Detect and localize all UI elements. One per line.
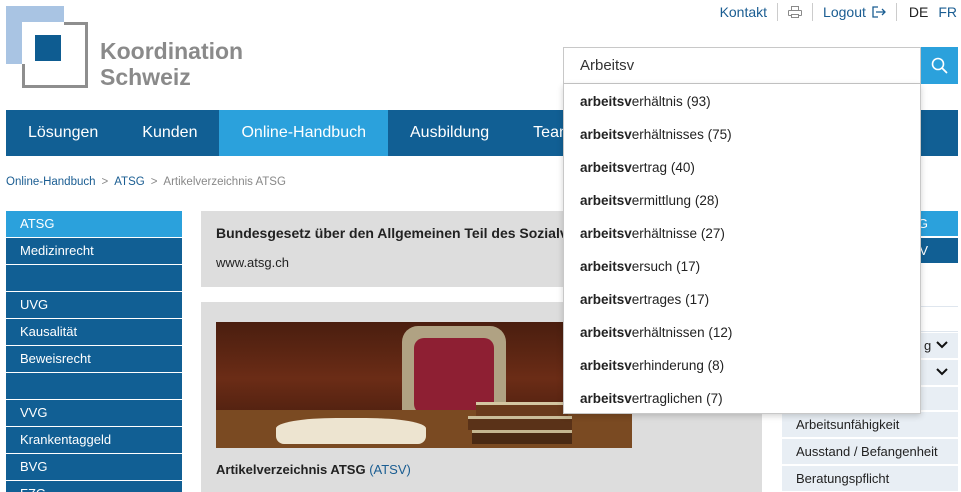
nav-loesungen[interactable]: Lösungen: [6, 110, 120, 156]
suggestion-count: (12): [708, 325, 733, 340]
logout-label: Logout: [823, 4, 866, 20]
sidebar-item-empty[interactable]: [6, 265, 182, 291]
suggestion-rest: erhältnis: [631, 94, 683, 109]
suggestion-match: arbeitsv: [580, 94, 632, 109]
suggestion-rest: erhinderung: [631, 358, 704, 373]
sidebar-item-empty[interactable]: [6, 373, 182, 399]
suggestion-rest: erhältnissen: [631, 325, 705, 340]
suggestion-item[interactable]: arbeitsverhältnisse (27): [564, 217, 920, 250]
right-item-beratungspflicht[interactable]: Beratungspflicht: [782, 466, 958, 492]
suggestion-match: arbeitsv: [580, 325, 632, 340]
breadcrumb-separator: >: [150, 176, 158, 188]
caption-title: Artikelverzeichnis ATSG: [216, 462, 366, 477]
sidebar-item-bvg[interactable]: BVG: [6, 454, 182, 480]
suggestion-count: (27): [700, 226, 725, 241]
left-sidebar: ATSG Medizinrecht UVG Kausalität Beweisr…: [6, 211, 182, 492]
suggestion-item[interactable]: arbeitsversuch (17): [564, 250, 920, 283]
chevron-down-icon: [936, 341, 948, 349]
lang-de[interactable]: DE: [897, 3, 933, 21]
suggestion-count: (75): [707, 127, 732, 142]
suggestion-count: (8): [707, 358, 725, 373]
breadcrumb: Online-Handbuch > ATSG > Artikelverzeich…: [6, 176, 286, 188]
right-item-label: g: [924, 338, 932, 353]
chevron-down-icon: [936, 368, 948, 376]
suggestion-match: arbeitsv: [580, 127, 632, 142]
book-stack: [468, 402, 578, 446]
law-url[interactable]: www.atsg.ch: [216, 255, 563, 270]
breadcrumb-atsg[interactable]: ATSG: [114, 176, 144, 188]
law-info-box: Bundesgesetz über den Allgemeinen Teil d…: [201, 211, 563, 287]
breadcrumb-online-handbuch[interactable]: Online-Handbuch: [6, 176, 96, 188]
logo-mark[interactable]: [6, 6, 88, 88]
suggestion-item[interactable]: arbeitsvermittlung (28): [564, 184, 920, 217]
suggestion-rest: erhältnisses: [631, 127, 704, 142]
search-button[interactable]: [921, 47, 958, 84]
sidebar-item-medizinrecht[interactable]: Medizinrecht: [6, 238, 182, 264]
suggestion-rest: erhältnisse: [631, 226, 698, 241]
suggestion-count: (17): [685, 292, 710, 307]
suggestion-count: (17): [676, 259, 701, 274]
printer-icon: [788, 6, 803, 18]
brand-name[interactable]: Koordination Schweiz: [100, 38, 243, 90]
suggestion-count: (7): [706, 391, 723, 406]
suggestion-item[interactable]: arbeitsverhältnis (93): [564, 85, 920, 118]
lang-fr[interactable]: FR: [933, 3, 961, 21]
suggestion-match: arbeitsv: [580, 226, 632, 241]
sidebar-item-fzg[interactable]: FZG: [6, 481, 182, 492]
suggestion-item[interactable]: arbeitsverhältnissen (12): [564, 316, 920, 349]
suggestion-match: arbeitsv: [580, 259, 632, 274]
logout-link[interactable]: Logout: [813, 3, 896, 21]
brand-line-1: Koordination: [100, 38, 244, 64]
article-caption: Artikelverzeichnis ATSG (ATSV): [216, 462, 411, 477]
suggestion-match: arbeitsv: [580, 391, 632, 406]
suggestion-item[interactable]: arbeitsvertrages (17): [564, 283, 920, 316]
suggestion-match: arbeitsv: [580, 292, 632, 307]
suggestion-rest: ersuch: [631, 259, 673, 274]
right-item-ausstand[interactable]: Ausstand / Befangenheit: [782, 439, 958, 465]
sidebar-item-kausalitaet[interactable]: Kausalität: [6, 319, 182, 345]
utility-bar: Kontakt Logout DE FR: [710, 0, 961, 24]
sidebar-item-atsg[interactable]: ATSG: [6, 211, 182, 237]
suggestion-count: (93): [686, 94, 711, 109]
brand-line-2: Schweiz: [100, 64, 191, 90]
breadcrumb-current: Artikelverzeichnis ATSG: [163, 176, 286, 188]
nav-ausbildung[interactable]: Ausbildung: [388, 110, 511, 156]
suggestion-count: (40): [670, 160, 695, 175]
breadcrumb-separator: >: [101, 176, 109, 188]
suggestion-match: arbeitsv: [580, 193, 632, 208]
right-item-arbeitsunfaehigkeit[interactable]: Arbeitsunfähigkeit: [782, 412, 958, 438]
suggestion-item[interactable]: arbeitsverhältnisses (75): [564, 118, 920, 151]
suggestion-rest: ertraglichen: [631, 391, 703, 406]
print-button[interactable]: [778, 3, 812, 21]
suggestion-count: (28): [694, 193, 719, 208]
search-input[interactable]: [563, 47, 921, 84]
law-title: Bundesgesetz über den Allgemeinen Teil d…: [216, 225, 563, 241]
logout-icon: [872, 6, 886, 18]
suggestion-item[interactable]: arbeitsvertrag (40): [564, 151, 920, 184]
sidebar-item-krankentaggeld[interactable]: Krankentaggeld: [6, 427, 182, 453]
suggestion-item[interactable]: arbeitsverhinderung (8): [564, 349, 920, 382]
suggestion-match: arbeitsv: [580, 160, 632, 175]
nav-kunden[interactable]: Kunden: [120, 110, 219, 156]
sidebar-item-vvg[interactable]: VVG: [6, 400, 182, 426]
suggestion-rest: ermittlung: [631, 193, 692, 208]
suggestion-rest: ertrag: [631, 160, 668, 175]
sidebar-item-uvg[interactable]: UVG: [6, 292, 182, 318]
suggestion-rest: ertrages: [631, 292, 682, 307]
contact-link[interactable]: Kontakt: [710, 3, 777, 21]
caption-atsv-link[interactable]: (ATSV): [369, 462, 411, 477]
open-book: [276, 418, 426, 444]
sidebar-item-beweisrecht[interactable]: Beweisrecht: [6, 346, 182, 372]
suggestion-item[interactable]: arbeitsvertraglichen (7): [564, 382, 920, 415]
nav-online-handbuch[interactable]: Online-Handbuch: [219, 110, 388, 156]
search-icon: [931, 57, 948, 74]
suggestion-match: arbeitsv: [580, 358, 632, 373]
search-suggestions: arbeitsverhältnis (93) arbeitsverhältnis…: [563, 84, 921, 414]
